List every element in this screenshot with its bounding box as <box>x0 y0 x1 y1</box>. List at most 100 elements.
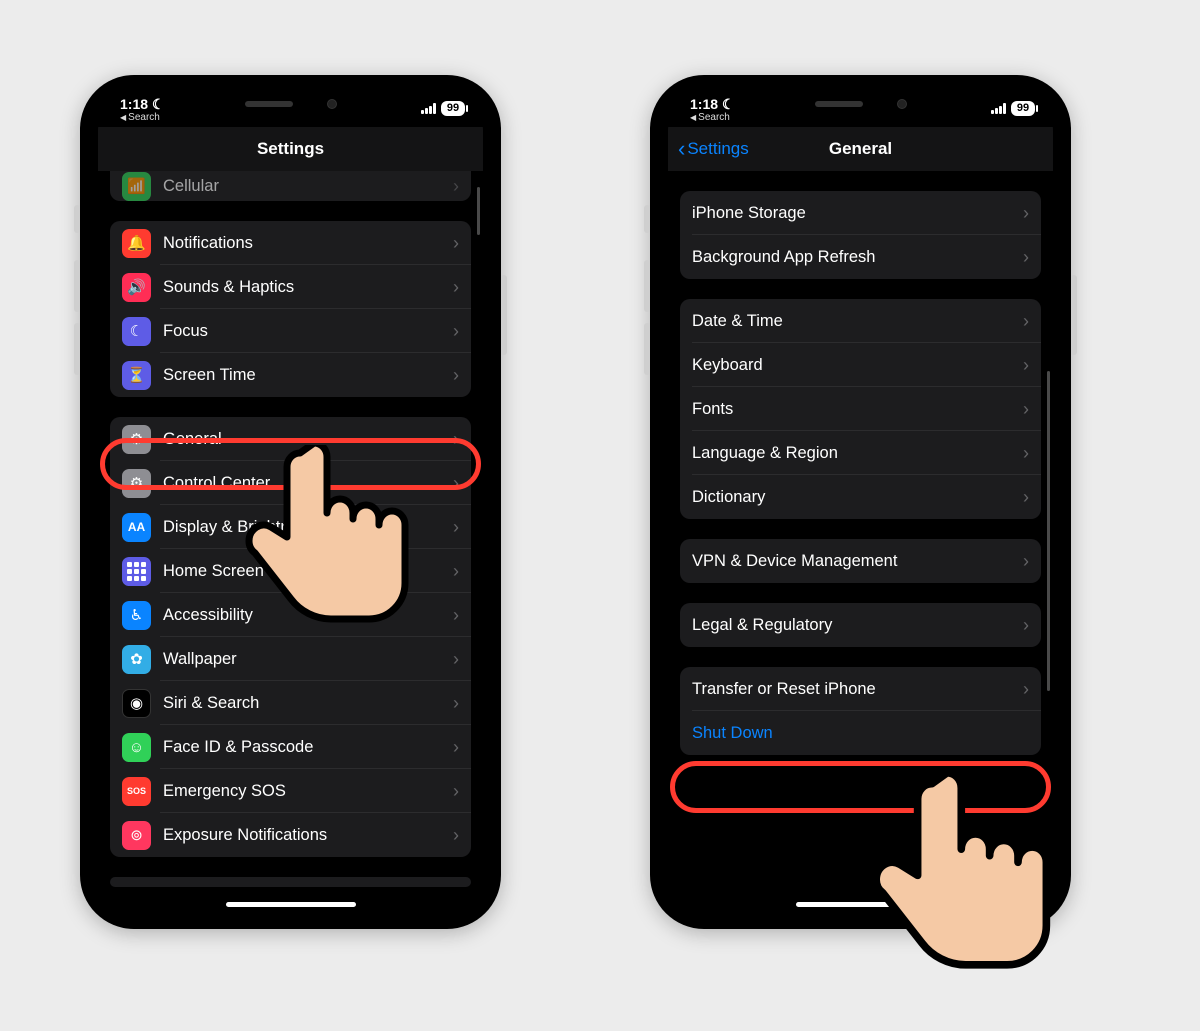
row-keyboard[interactable]: Keyboard › <box>680 343 1041 387</box>
chevron-right-icon: › <box>453 605 459 626</box>
chevron-right-icon: › <box>453 561 459 582</box>
row-label: Home Screen <box>163 562 447 581</box>
home-indicator[interactable] <box>796 902 926 907</box>
settings-row-cellular[interactable]: 📶 Cellular › <box>110 171 471 201</box>
row-label: Dictionary <box>692 488 1017 507</box>
general-list[interactable]: iPhone Storage›Background App Refresh› D… <box>668 171 1053 913</box>
chevron-right-icon: › <box>1023 443 1029 464</box>
settings-group-partial: 📶 Cellular › <box>110 171 471 201</box>
row-label: Notifications <box>163 234 447 253</box>
chevron-right-icon: › <box>453 781 459 802</box>
chevron-right-icon: › <box>453 517 459 538</box>
speaker <box>815 101 863 107</box>
battery-indicator: 99 <box>1011 101 1035 116</box>
row-general[interactable]: ⚙︎General› <box>110 417 471 461</box>
general-group-reset: Transfer or Reset iPhone › Shut Down <box>680 667 1041 755</box>
row-label: Display & Brightness <box>163 518 447 537</box>
row-background-app-refresh[interactable]: Background App Refresh › <box>680 235 1041 279</box>
settings-list[interactable]: 📶 Cellular › 🔔Notifications›🔊Sounds & Ha… <box>98 167 483 913</box>
chevron-right-icon: › <box>1023 679 1029 700</box>
back-to-search[interactable]: Search <box>120 112 165 123</box>
row-label: Legal & Regulatory <box>692 616 1017 635</box>
row-label: Control Center <box>163 474 447 493</box>
row-label: Sounds & Haptics <box>163 278 447 297</box>
chevron-right-icon: › <box>453 473 459 494</box>
row-transfer-or-reset-iphone[interactable]: Transfer or Reset iPhone › <box>680 667 1041 711</box>
volume-down-button <box>74 323 80 375</box>
chevron-right-icon: › <box>453 649 459 670</box>
chevron-right-icon: › <box>1023 487 1029 508</box>
page-title: General <box>829 139 892 159</box>
row-home-screen[interactable]: Home Screen › <box>110 549 471 593</box>
chevron-right-icon: › <box>453 233 459 254</box>
switches-icon: ⚙ <box>122 469 151 498</box>
row-exposure-notifications[interactable]: ⊚Exposure Notifications› <box>110 813 471 857</box>
sos-icon: SOS <box>122 777 151 806</box>
row-notifications[interactable]: 🔔Notifications› <box>110 221 471 265</box>
antenna-icon: 📶 <box>122 172 151 201</box>
battery-indicator: 99 <box>441 101 465 116</box>
chevron-right-icon: › <box>1023 615 1029 636</box>
row-shut-down[interactable]: Shut Down <box>680 711 1041 755</box>
row-label: Keyboard <box>692 356 1017 375</box>
row-label: VPN & Device Management <box>692 552 1017 571</box>
volume-up-button <box>74 260 80 312</box>
row-label: Background App Refresh <box>692 248 1017 267</box>
row-face-id-passcode[interactable]: ☺Face ID & Passcode› <box>110 725 471 769</box>
row-label: Screen Time <box>163 366 447 385</box>
row-label: Face ID & Passcode <box>163 738 447 757</box>
notch <box>196 91 386 119</box>
row-label: Siri & Search <box>163 694 447 713</box>
row-language-region[interactable]: Language & Region› <box>680 431 1041 475</box>
chevron-right-icon: › <box>1023 399 1029 420</box>
row-date-time[interactable]: Date & Time› <box>680 299 1041 343</box>
row-display-brightness[interactable]: AA Display & Brightness › <box>110 505 471 549</box>
row-emergency-sos[interactable]: SOS Emergency SOS › <box>110 769 471 813</box>
row-screen-time[interactable]: ⏳Screen Time› <box>110 353 471 397</box>
chevron-right-icon: › <box>1023 247 1029 268</box>
general-group-datetime: Date & Time›Keyboard›Fonts›Language & Re… <box>680 299 1041 519</box>
scroll-indicator <box>1047 371 1050 691</box>
back-to-search[interactable]: Search <box>690 112 735 123</box>
dnd-moon-icon: ☾ <box>722 97 735 112</box>
screen-right: 1:18 ☾ Search 99 ‹ Settings General iPho… <box>668 91 1053 913</box>
row-sounds-haptics[interactable]: 🔊Sounds & Haptics› <box>110 265 471 309</box>
mute-switch <box>74 205 80 233</box>
row-label: iPhone Storage <box>692 204 1017 223</box>
row-label: Emergency SOS <box>163 782 447 801</box>
row-label: Transfer or Reset iPhone <box>692 680 1017 699</box>
home-indicator[interactable] <box>226 902 356 907</box>
row-legal-regulatory[interactable]: Legal & Regulatory › <box>680 603 1041 647</box>
row-siri-search[interactable]: ◉Siri & Search› <box>110 681 471 725</box>
row-label: Exposure Notifications <box>163 826 447 845</box>
volume-up-button <box>644 260 650 312</box>
gear-icon: ⚙︎ <box>122 425 151 454</box>
row-focus[interactable]: ☾Focus› <box>110 309 471 353</box>
cellular-signal-icon <box>991 103 1006 114</box>
chevron-right-icon: › <box>1023 355 1029 376</box>
side-button <box>1071 275 1077 355</box>
row-label: Shut Down <box>692 724 1029 743</box>
chevron-right-icon: › <box>453 693 459 714</box>
row-wallpaper[interactable]: ✿Wallpaper› <box>110 637 471 681</box>
notch <box>766 91 956 119</box>
row-label: Date & Time <box>692 312 1017 331</box>
row-fonts[interactable]: Fonts› <box>680 387 1041 431</box>
row-vpn-device-management[interactable]: VPN & Device Management› <box>680 539 1041 583</box>
phone-mockup-left: 1:18 ☾ Search 99 Settings 📶 Cellular › <box>80 75 501 929</box>
chevron-right-icon: › <box>453 277 459 298</box>
back-label: Settings <box>687 139 748 159</box>
chevron-right-icon: › <box>453 825 459 846</box>
row-iphone-storage[interactable]: iPhone Storage› <box>680 191 1041 235</box>
row-label: Wallpaper <box>163 650 447 669</box>
faceid-icon: ☺ <box>122 733 151 762</box>
row-accessibility[interactable]: ♿︎Accessibility› <box>110 593 471 637</box>
row-control-center[interactable]: ⚙ Control Center › <box>110 461 471 505</box>
side-button <box>501 275 507 355</box>
mute-switch <box>644 205 650 233</box>
back-button[interactable]: ‹ Settings <box>678 127 749 171</box>
dnd-moon-icon: ☾ <box>152 97 165 112</box>
scroll-indicator <box>477 187 480 235</box>
row-dictionary[interactable]: Dictionary › <box>680 475 1041 519</box>
AA-icon: AA <box>122 513 151 542</box>
